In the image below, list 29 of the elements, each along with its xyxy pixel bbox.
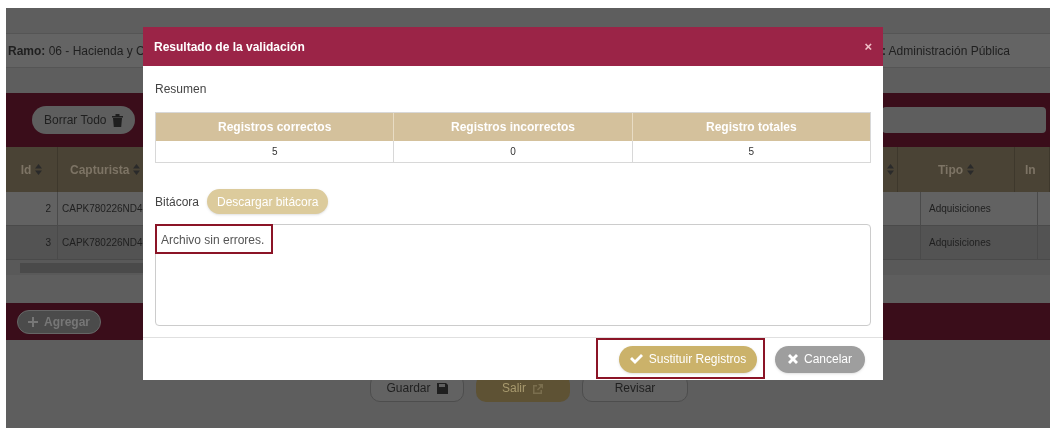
- plus-icon: [28, 316, 38, 327]
- check-icon: [629, 354, 643, 364]
- table-cell: 5: [156, 141, 395, 162]
- replace-records-button[interactable]: Sustituir Registros: [619, 345, 757, 373]
- column-header: Registros correctos: [156, 113, 395, 141]
- sort-icon[interactable]: [967, 164, 975, 175]
- section-label: Resumen: [155, 81, 208, 98]
- column-header: Registro totales: [704, 119, 798, 136]
- cancel-button[interactable]: Cancelar: [775, 345, 865, 373]
- close-icon: [788, 354, 798, 364]
- download-log-button[interactable]: Descargar bitácora: [207, 189, 329, 214]
- close-button[interactable]: ×: [864, 36, 872, 57]
- sort-icon[interactable]: [133, 164, 141, 175]
- section-label: Bitácora: [155, 193, 200, 211]
- sort-icon[interactable]: [887, 164, 894, 175]
- search-field[interactable]: [882, 107, 1046, 133]
- modal-title: Resultado de la validación: [154, 38, 305, 56]
- table-cell-text: 2: [45, 202, 51, 216]
- clear-all-button[interactable]: Borrar Todo: [32, 106, 136, 134]
- table-cell-text: 5: [747, 145, 756, 159]
- trash-icon: [112, 113, 124, 127]
- table-cell-text: Adquisiciones: [929, 202, 991, 216]
- column-header: Registros incorrectos: [394, 113, 633, 141]
- log-text-area[interactable]: Archivo sin errores.: [155, 224, 871, 326]
- log-text: Archivo sin errores.: [161, 232, 265, 249]
- table-cell: 0: [394, 141, 633, 162]
- sort-icon[interactable]: [35, 164, 43, 175]
- share-icon: [532, 382, 544, 394]
- table-cell-text: CAPK780226ND4: [62, 202, 143, 216]
